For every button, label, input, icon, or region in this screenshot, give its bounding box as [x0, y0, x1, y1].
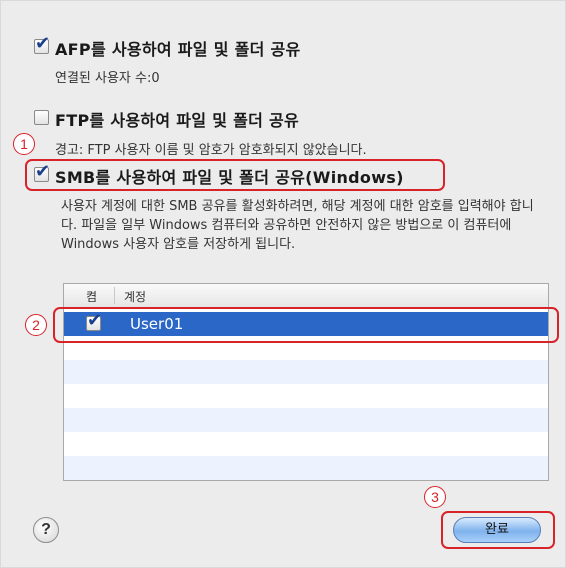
done-button[interactable]: 완료 [453, 517, 541, 543]
checkmark-icon: ✔ [35, 161, 51, 182]
empty-row [64, 360, 548, 384]
accounts-list-header: 켬 계정 [64, 284, 548, 308]
file-sharing-options-dialog: ✔ AFP를 사용하여 파일 및 폴더 공유 연결된 사용자 수:0 FTP를 … [0, 0, 566, 568]
column-header-account[interactable]: 계정 [124, 288, 146, 305]
ftp-option-label: FTP를 사용하여 파일 및 폴더 공유 [55, 111, 300, 130]
callout-3: 3 [424, 486, 446, 508]
smb-description: 사용자 계정에 대한 SMB 공유를 활성화하려면, 해당 계정에 대한 암호를… [61, 199, 534, 252]
afp-option-label: AFP를 사용하여 파일 및 폴더 공유 [55, 40, 301, 59]
smb-checkbox[interactable]: ✔ [34, 162, 50, 182]
connected-users-text: 연결된 사용자 수:0 [55, 71, 160, 86]
help-button[interactable]: ? [33, 517, 59, 543]
callout-2-highlight [53, 307, 559, 343]
callout-2: 2 [25, 314, 47, 336]
empty-row [64, 456, 548, 480]
checkmark-icon: ✔ [35, 33, 51, 54]
afp-checkbox[interactable]: ✔ [34, 34, 50, 54]
ftp-warning-text: 경고: FTP 사용자 이름 및 암호가 암호화되지 않았습니다. [55, 143, 367, 158]
callout-1: 1 [13, 133, 35, 155]
column-divider [114, 287, 115, 304]
smb-option-label: SMB를 사용하여 파일 및 폴더 공유(Windows) [55, 168, 404, 187]
column-header-on[interactable]: 켬 [86, 288, 97, 305]
ftp-checkbox[interactable] [34, 110, 49, 125]
empty-row [64, 408, 548, 432]
